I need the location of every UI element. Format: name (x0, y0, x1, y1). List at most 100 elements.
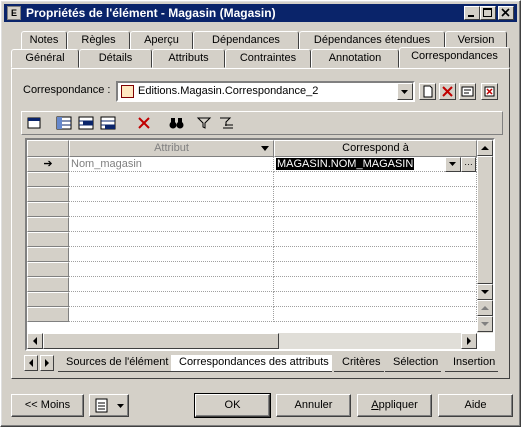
tab-details[interactable]: Détails (79, 49, 152, 68)
cancel-button[interactable]: Annuler (276, 394, 351, 417)
attribute-mapping-grid[interactable]: Attribut Correspond à ➔ Nom_magasin MAGA… (25, 138, 495, 351)
minimize-button[interactable] (464, 6, 480, 20)
row-header[interactable] (27, 232, 69, 247)
subtab-criteres[interactable]: Critères (334, 355, 384, 372)
horizontal-scroll-thumb[interactable] (43, 333, 279, 349)
cell-correspond-empty[interactable] (274, 307, 477, 322)
subtab-scroll-right[interactable] (40, 355, 54, 371)
cell-attribut-empty[interactable] (69, 172, 274, 187)
apply-button[interactable]: Appliquer (357, 394, 432, 417)
help-button[interactable]: Aide (438, 394, 513, 417)
filter-icon (196, 117, 212, 129)
scroll-up-button[interactable] (477, 140, 493, 156)
row-header[interactable] (27, 307, 69, 322)
page-list-icon (95, 398, 124, 413)
tab-regles[interactable]: Règles (67, 31, 130, 50)
page-menu-button[interactable] (89, 394, 129, 417)
vertical-scrollbar[interactable] (477, 140, 493, 333)
cell-attribut-empty[interactable] (69, 277, 274, 292)
subtab-selection[interactable]: Sélection (385, 355, 442, 372)
scroll-bottom-button[interactable] (477, 316, 493, 332)
delete-row-button[interactable] (136, 115, 154, 131)
cell-correspond-empty[interactable] (274, 202, 477, 217)
properties-toolbar-button[interactable] (26, 115, 44, 131)
cell-attribut[interactable]: Nom_magasin (69, 157, 274, 172)
clear-filter-button[interactable] (218, 115, 236, 131)
scroll-right-button[interactable] (461, 333, 477, 349)
refresh-button[interactable] (481, 83, 498, 100)
cell-dropdown-button[interactable] (445, 157, 461, 172)
cell-attribut-empty[interactable] (69, 187, 274, 202)
cell-correspond-empty[interactable] (274, 262, 477, 277)
tab-attributs[interactable]: Attributs (152, 49, 225, 68)
cell-correspond-empty[interactable] (274, 232, 477, 247)
cell-correspond-empty[interactable] (274, 292, 477, 307)
delete-button[interactable] (439, 83, 456, 100)
title-bar[interactable]: E Propriétés de l'élément - Magasin (Mag… (4, 4, 517, 22)
arrow-down-icon (481, 290, 489, 294)
vertical-scroll-thumb[interactable] (477, 156, 493, 284)
cell-attribut-empty[interactable] (69, 307, 274, 322)
cell-correspond-editor[interactable]: MAGASIN.NOM_MAGASIN … (274, 157, 477, 172)
subtab-correspondances-attributs[interactable]: Correspondances des attributs (171, 355, 332, 372)
binoculars-icon (169, 118, 184, 129)
cell-correspond-empty[interactable] (274, 277, 477, 292)
cell-correspond-empty[interactable] (274, 247, 477, 262)
combo-dropdown-button[interactable] (397, 83, 413, 100)
scroll-down-button[interactable] (477, 284, 493, 300)
cell-correspond-empty[interactable] (274, 172, 477, 187)
correspondance-select[interactable]: Editions.Magasin.Correspondance_2 (116, 81, 415, 102)
row-header[interactable] (27, 262, 69, 277)
close-button[interactable] (498, 6, 514, 20)
cell-correspond-empty[interactable] (274, 217, 477, 232)
properties-window: E Propriétés de l'élément - Magasin (Mag… (0, 0, 521, 427)
create-button[interactable] (419, 83, 436, 100)
filter-button[interactable] (196, 115, 214, 131)
subtab-scroll-left[interactable] (24, 355, 38, 371)
cell-attribut-empty[interactable] (69, 247, 274, 262)
row-header[interactable] (27, 277, 69, 292)
column-header-attribut[interactable]: Attribut (69, 140, 274, 157)
maximize-button[interactable] (480, 6, 496, 20)
ok-button[interactable]: OK (194, 393, 271, 418)
row-header-current[interactable]: ➔ (27, 157, 69, 172)
less-button[interactable]: << Moins (11, 394, 84, 417)
cell-attribut-empty[interactable] (69, 217, 274, 232)
arrow-right-icon (45, 359, 49, 367)
cell-attribut-empty[interactable] (69, 292, 274, 307)
tab-annotation[interactable]: Annotation (311, 49, 399, 68)
cell-attribut-empty[interactable] (69, 202, 274, 217)
row-header[interactable] (27, 172, 69, 187)
insert-row-button[interactable] (78, 115, 96, 131)
row-header[interactable] (27, 292, 69, 307)
delete-icon (442, 86, 453, 97)
apply-mnemonic: A (371, 399, 379, 411)
row-header[interactable] (27, 187, 69, 202)
find-button[interactable] (168, 115, 186, 131)
row-header[interactable] (27, 202, 69, 217)
selected-mapping-value: MAGASIN.NOM_MAGASIN (276, 158, 415, 170)
cell-attribut-empty[interactable] (69, 232, 274, 247)
append-row-button[interactable] (100, 115, 118, 131)
scroll-left-button[interactable] (27, 333, 43, 349)
cell-ellipsis-button[interactable]: … (461, 157, 476, 172)
tab-notes[interactable]: Notes (21, 31, 67, 50)
horizontal-scrollbar[interactable] (27, 333, 477, 349)
properties-icon (461, 86, 474, 97)
tab-general[interactable]: Général (11, 49, 79, 68)
tab-dependances[interactable]: Dépendances (193, 31, 299, 50)
subtab-insertion[interactable]: Insertion (445, 355, 499, 372)
properties-button[interactable] (459, 83, 476, 100)
row-header[interactable] (27, 247, 69, 262)
tab-apercu[interactable]: Aperçu (130, 31, 193, 50)
column-header-correspond[interactable]: Correspond à (274, 140, 477, 157)
subtab-sources[interactable]: Sources de l'élément (58, 355, 172, 372)
cell-attribut-empty[interactable] (69, 262, 274, 277)
cell-correspond-empty[interactable] (274, 187, 477, 202)
add-row-icon (56, 116, 72, 130)
tab-correspondances[interactable]: Correspondances (399, 47, 510, 68)
scroll-top-button[interactable] (477, 300, 493, 316)
add-row-button[interactable] (56, 115, 74, 131)
tab-contraintes[interactable]: Contraintes (225, 49, 311, 68)
row-header[interactable] (27, 217, 69, 232)
